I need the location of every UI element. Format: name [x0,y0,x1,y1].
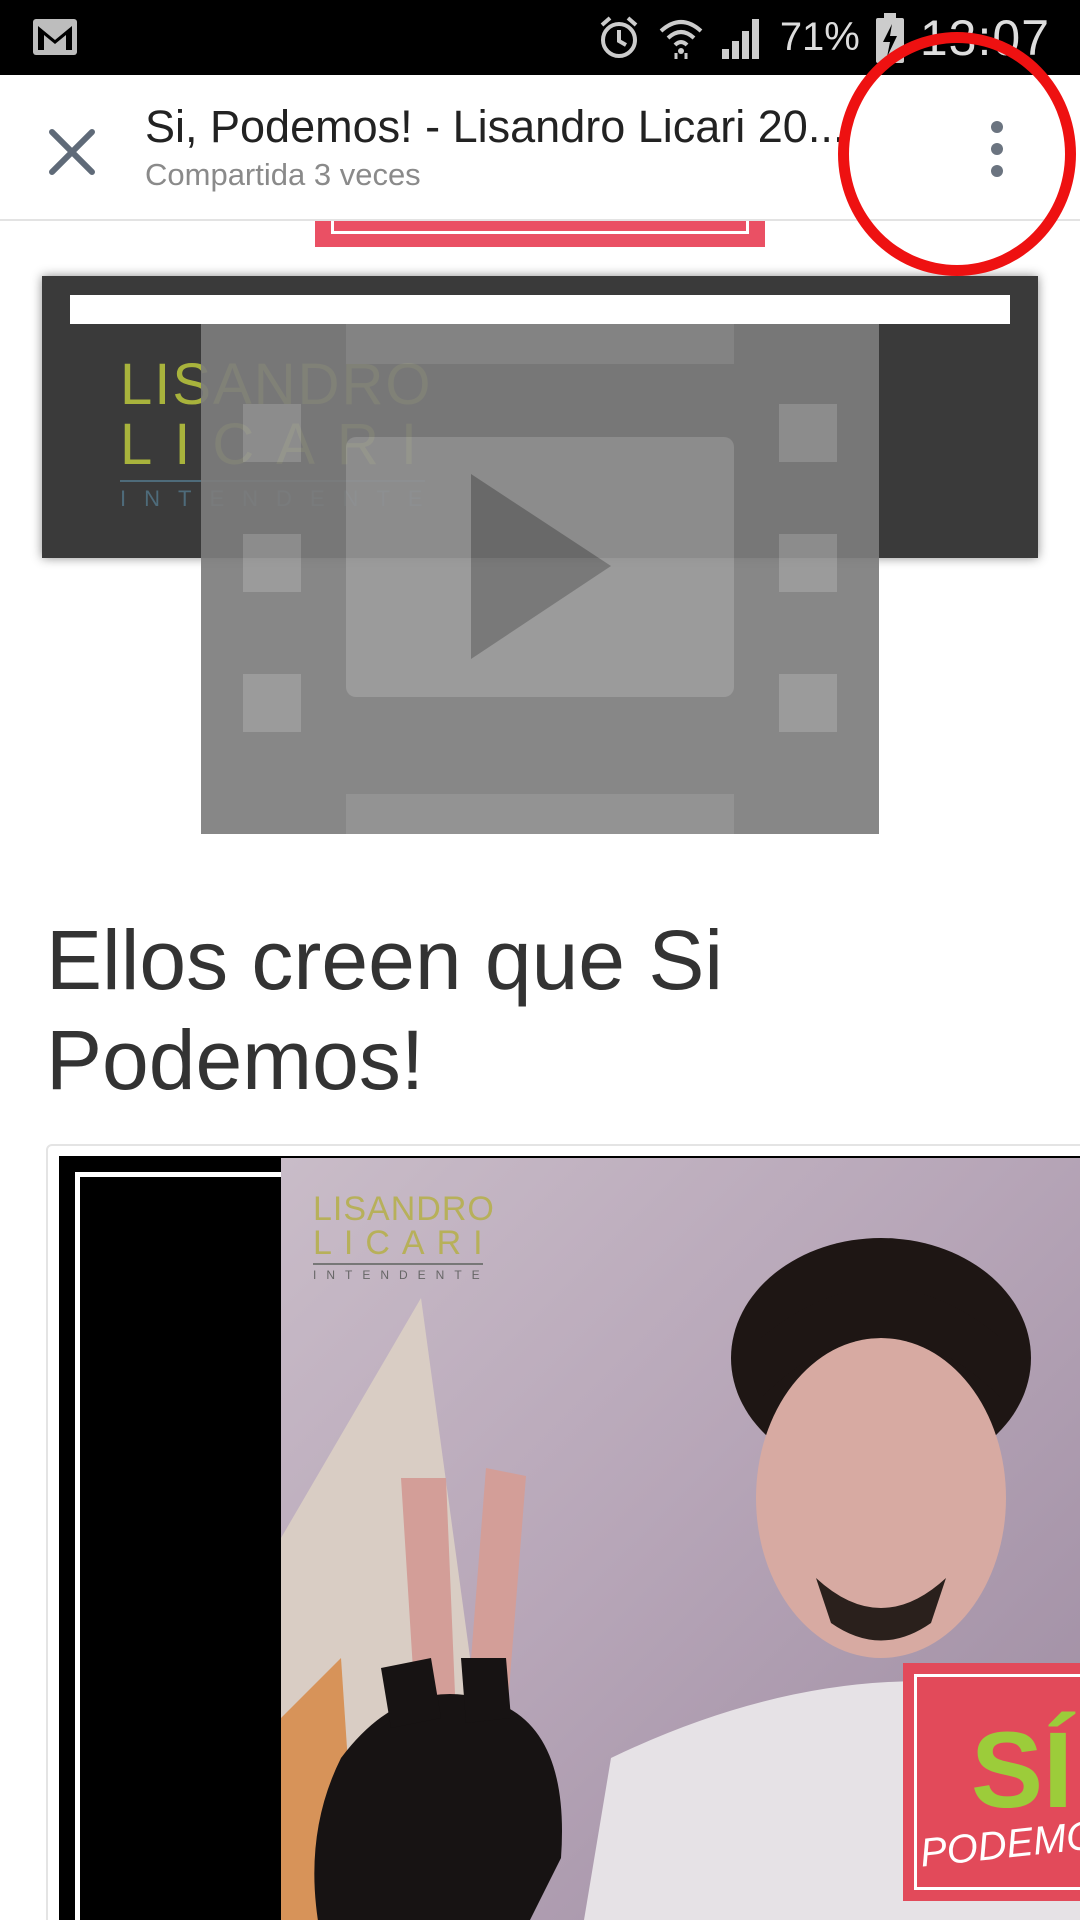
clock: 13:07 [919,9,1050,66]
wifi-icon [659,19,703,59]
share-count: Compartida 3 veces [145,157,421,192]
gmail-icon [33,19,77,55]
campaign-photo[interactable]: LISANDRO LICARI INTENDENTE SÍ PODEMOS [59,1156,1080,1920]
page-title: Si, Podemos! - Lisandro Licari 20... [145,101,846,152]
photo-logo-rule [313,1263,483,1265]
photo-logo-line2: LICARI [313,1224,495,1262]
photo-scene: LISANDRO LICARI INTENDENTE SÍ PODEMOS [281,1158,1080,1920]
si-podemos-badge: SÍ PODEMOS [903,1663,1080,1901]
badge-si-text: SÍ [970,1709,1074,1830]
battery-charging-icon [875,12,904,63]
signal-icon [721,18,759,59]
post-heading: Ellos creen que Si Podemos! [46,913,724,1107]
more-vert-icon[interactable] [970,113,1024,185]
photo-logo-line1: LISANDRO [313,1190,495,1228]
close-icon[interactable] [40,120,104,184]
battery-percent: 71% [779,15,860,59]
status-icons: 71% 13:07 [596,0,1050,75]
video-play-icon[interactable] [201,324,879,834]
screen: 71% 13:07 Si, Podemos! - Lisandro Licari… [0,0,1080,1920]
alarm-icon [600,15,638,58]
status-bar: 71% 13:07 [0,0,1080,75]
banner-white-bar [70,295,1010,324]
photo-logo: LISANDRO LICARI INTENDENTE [313,1192,495,1281]
photo-logo-line3: INTENDENTE [313,1268,490,1282]
top-app-bar: Si, Podemos! - Lisandro Licari 20... Com… [0,75,1080,221]
banner-top-strip [315,221,765,247]
